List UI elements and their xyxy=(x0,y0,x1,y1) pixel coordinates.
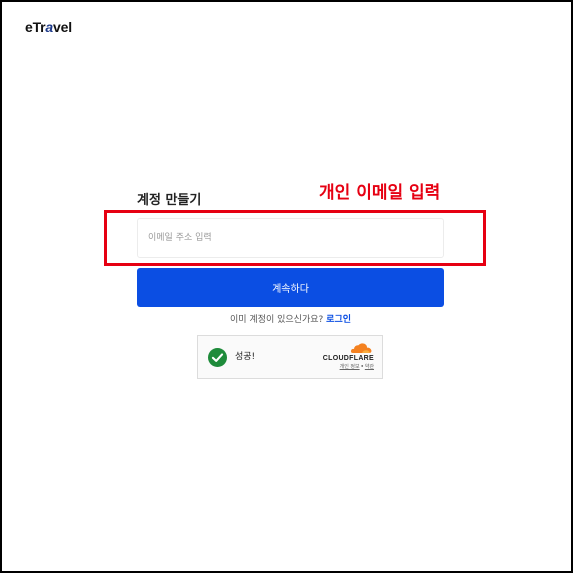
logo-text-accent: a xyxy=(45,19,54,35)
terms-link[interactable]: 약관 xyxy=(365,364,374,370)
captcha-status-text: 성공! xyxy=(235,352,256,362)
privacy-link[interactable]: 개인 정보 xyxy=(340,364,360,370)
captcha-widget[interactable]: 성공! CLOUDFLARE 개인 정보•약관 xyxy=(197,335,383,379)
annotation-label: 개인 이메일 입력 xyxy=(319,183,441,203)
etravel-logo[interactable]: eTravel xyxy=(25,18,72,36)
page-frame: eTravel 계정 만들기 개인 이메일 입력 계속하다 이미 계정이 있으신… xyxy=(0,0,573,573)
form-title: 계정 만들기 xyxy=(137,193,202,208)
login-prompt-line: 이미 계정이 있으신가요? 로그인 xyxy=(137,314,444,327)
cloud-icon xyxy=(350,343,372,353)
email-input[interactable] xyxy=(137,218,444,258)
login-link[interactable]: 로그인 xyxy=(326,315,351,325)
cloudflare-links: 개인 정보•약관 xyxy=(340,364,374,371)
logo-text-prefix: eTr xyxy=(25,19,46,35)
logo-text-suffix: vel xyxy=(53,19,72,35)
login-prompt-text: 이미 계정이 있으신가요? xyxy=(229,315,324,325)
continue-button[interactable]: 계속하다 xyxy=(137,268,444,307)
check-circle-icon xyxy=(208,348,227,367)
cloudflare-wordmark: CLOUDFLARE xyxy=(322,355,374,362)
